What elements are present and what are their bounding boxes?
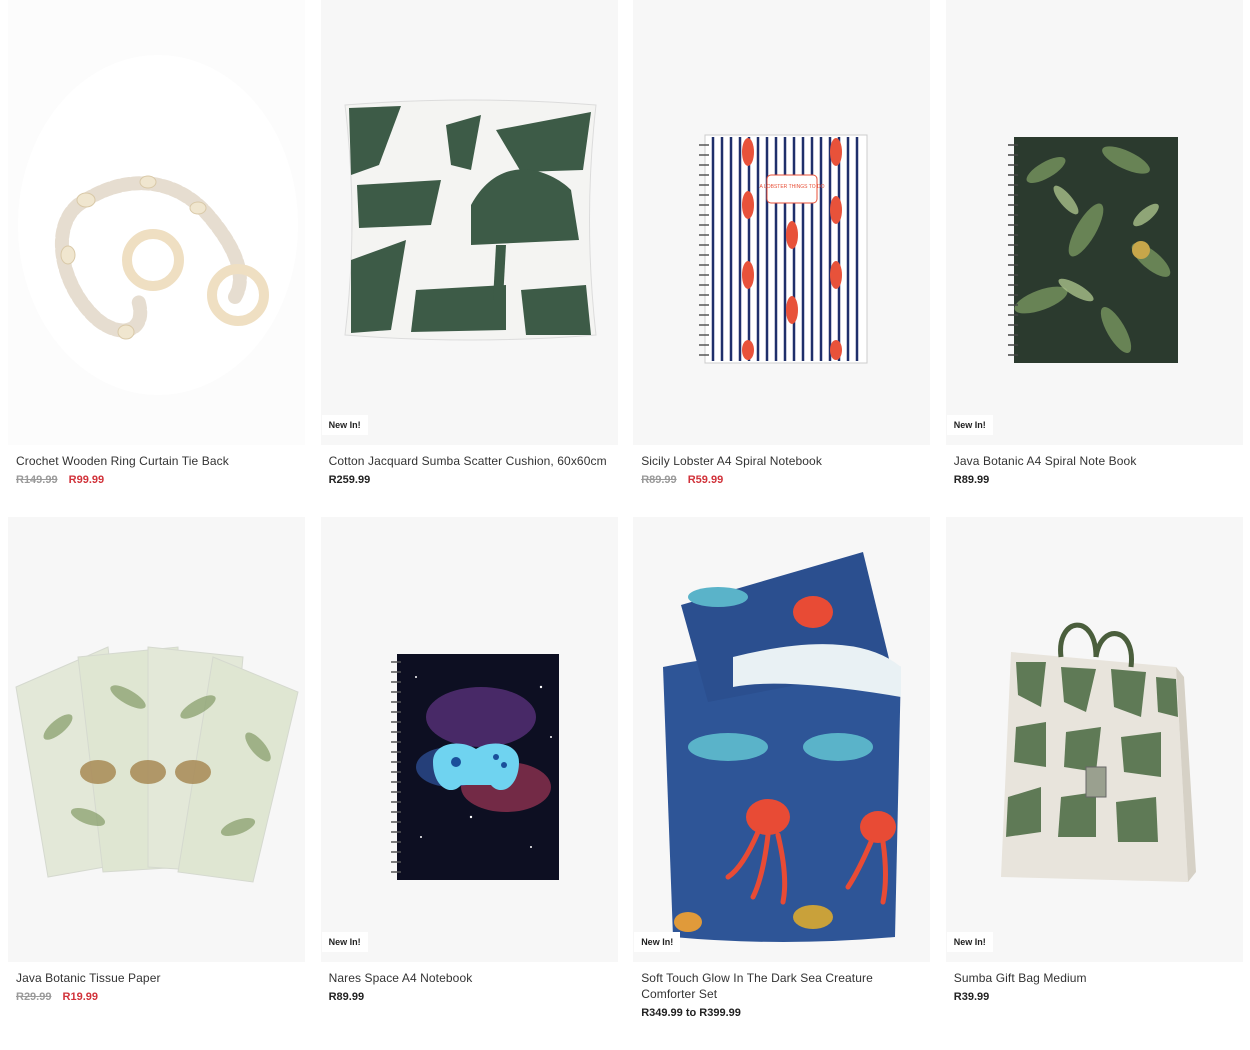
new-in-badge: New In! (321, 932, 368, 952)
product-card[interactable]: Crochet Wooden Ring Curtain Tie Back R14… (8, 0, 305, 517)
was-price: R29.99 (16, 991, 52, 1003)
product-name[interactable]: Soft Touch Glow In The Dark Sea Creature… (641, 970, 922, 1002)
product-grid: Crochet Wooden Ring Curtain Tie Back R14… (8, 0, 1243, 1050)
product-price: R89.99 (954, 472, 1235, 488)
product-price: R89.99 (329, 989, 610, 1005)
product-price: R149.99 R99.99 (16, 472, 297, 488)
product-name[interactable]: Cotton Jacquard Sumba Scatter Cushion, 6… (329, 453, 610, 469)
space-notebook-image (390, 654, 559, 880)
regular-price: R259.99 (328, 474, 371, 486)
regular-price: R39.99 (953, 991, 990, 1003)
crochet-tieback-image (8, 0, 305, 445)
regular-price: R89.99 (328, 991, 365, 1003)
sale-price: R99.99 (68, 474, 105, 486)
java-botanic-notebook-image (1007, 137, 1178, 363)
product-image[interactable]: New In! (945, 517, 1243, 962)
product-image[interactable]: New In! (320, 517, 618, 962)
product-price: R349.99 to R399.99 (641, 1005, 922, 1021)
new-in-badge: New In! (946, 415, 993, 435)
new-in-badge: New In! (946, 932, 993, 952)
product-card[interactable]: New In! Java Botanic A4 Spiral Note Book… (945, 0, 1243, 517)
sale-price: R59.99 (687, 474, 724, 486)
new-in-badge: New In! (321, 415, 368, 435)
sumba-cushion-image (344, 99, 597, 341)
product-price: R39.99 (954, 989, 1235, 1005)
regular-price: R89.99 (953, 474, 990, 486)
product-image[interactable]: New In! (945, 0, 1243, 445)
notebook-cover-text: A LOBSTER THINGS TO DO (760, 184, 825, 190)
sale-price: R19.99 (62, 991, 99, 1003)
sea-creature-comforter-image (663, 552, 902, 942)
product-price: R259.99 (329, 472, 610, 488)
botanic-tissue-paper-image (15, 646, 299, 883)
was-price: R149.99 (16, 474, 58, 486)
product-image[interactable] (8, 517, 305, 962)
product-image[interactable]: A LOBSTER THINGS TO DO (633, 0, 931, 445)
product-name[interactable]: Java Botanic Tissue Paper (16, 970, 297, 986)
product-image[interactable]: New In! (633, 517, 931, 962)
product-name[interactable]: Java Botanic A4 Spiral Note Book (954, 453, 1235, 469)
product-name[interactable]: Sicily Lobster A4 Spiral Notebook (641, 453, 922, 469)
product-image[interactable] (8, 0, 305, 445)
product-card[interactable]: New In! Soft Touch Glow In The Dark Sea … (633, 517, 931, 1050)
product-price: R29.99 R19.99 (16, 989, 297, 1005)
product-price: R89.99 R59.99 (641, 472, 922, 488)
lobster-notebook-image: A LOBSTER THINGS TO DO (699, 134, 868, 364)
product-card[interactable]: New In! Cotton Jacquard Sumba Scatter Cu… (320, 0, 618, 517)
product-card[interactable]: New In! Sumba Gift Bag Medium R39.99 (945, 517, 1243, 1050)
product-card[interactable]: Java Botanic Tissue Paper R29.99 R19.99 (8, 517, 305, 1050)
regular-price: R349.99 to R399.99 (641, 1007, 741, 1019)
new-in-badge: New In! (634, 932, 681, 952)
product-name[interactable]: Nares Space A4 Notebook (329, 970, 610, 986)
product-image[interactable]: New In! (320, 0, 618, 445)
product-name[interactable]: Crochet Wooden Ring Curtain Tie Back (16, 453, 297, 469)
was-price: R89.99 (641, 474, 677, 486)
product-card[interactable]: New In! Nares Space A4 Notebook R89.99 (320, 517, 618, 1050)
product-card[interactable]: A LOBSTER THINGS TO DO Sicily Lobster A4… (633, 0, 931, 517)
product-name[interactable]: Sumba Gift Bag Medium (954, 970, 1235, 986)
sumba-gift-bag-image (1000, 622, 1196, 882)
